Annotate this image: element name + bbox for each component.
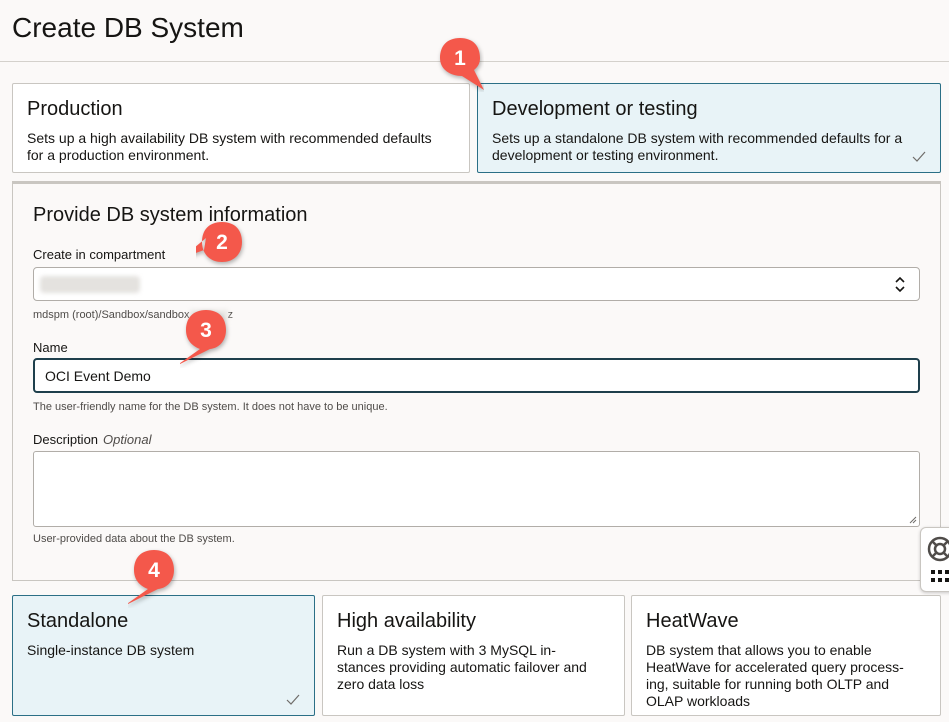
description-textarea[interactable]: [33, 451, 920, 527]
callout-number: 1: [454, 47, 466, 70]
callout-number: 3: [200, 319, 212, 342]
name-label: Name: [33, 340, 68, 355]
heatwave-option-title: HeatWave: [646, 610, 739, 632]
help-widget[interactable]: [920, 527, 949, 592]
production-option-description: Sets up a high availability DB system wi…: [27, 130, 432, 163]
callout-marker-2: 2: [196, 220, 244, 268]
callout-marker-3: 3: [180, 308, 228, 364]
high-availability-option-description: Run a DB system with 3 MySQL in-stances …: [337, 642, 587, 692]
section-title: Provide DB system information: [33, 204, 308, 226]
standalone-option-card[interactable]: Standalone Single-instance DB system: [12, 595, 315, 716]
checkmark-icon: [286, 694, 300, 705]
lifebuoy-icon[interactable]: [927, 536, 949, 562]
development-option-card[interactable]: Development or testing Sets up a standal…: [477, 83, 941, 173]
standalone-option-description: Single-instance DB system: [27, 642, 195, 658]
optional-label: Optional: [103, 432, 152, 447]
description-label-text: Description: [33, 432, 99, 447]
compartment-path-text: mdspm (root)/Sandbox/sandbox: [33, 309, 190, 321]
select-updown-icon: [895, 276, 905, 293]
page-title: Create DB System: [12, 12, 244, 43]
compartment-label: Create in compartment: [33, 247, 166, 262]
name-hint: The user-friendly name for the DB system…: [33, 401, 388, 413]
standalone-option-title: Standalone: [27, 610, 129, 632]
high-availability-option-title: High availability: [337, 610, 476, 632]
callout-number: 4: [148, 559, 160, 582]
compartment-value-redacted: [40, 276, 140, 293]
callout-marker-1: 1: [436, 36, 484, 90]
high-availability-option-card[interactable]: High availability Run a DB system with 3…: [322, 595, 625, 716]
callout-marker-4: 4: [128, 548, 176, 604]
production-option-card[interactable]: Production Sets up a high availability D…: [12, 83, 470, 173]
resize-handle-icon[interactable]: [909, 516, 917, 524]
name-input[interactable]: OCI Event Demo: [33, 358, 920, 393]
development-option-title: Development or testing: [492, 98, 698, 120]
description-label: Description Optional: [33, 432, 151, 447]
description-hint: User-provided data about the DB system.: [33, 533, 235, 545]
checkmark-icon: [912, 151, 926, 162]
production-option-title: Production: [27, 98, 123, 120]
db-system-info-panel: Provide DB system information Create in …: [12, 181, 941, 581]
apps-grid-icon[interactable]: [931, 570, 949, 584]
compartment-select[interactable]: [33, 267, 920, 301]
development-option-description: Sets up a standalone DB system with reco…: [492, 130, 903, 163]
callout-number: 2: [216, 231, 228, 254]
heatwave-option-description: DB system that allows you to enable Heat…: [646, 642, 904, 709]
heatwave-option-card[interactable]: HeatWave DB system that allows you to en…: [631, 595, 941, 716]
